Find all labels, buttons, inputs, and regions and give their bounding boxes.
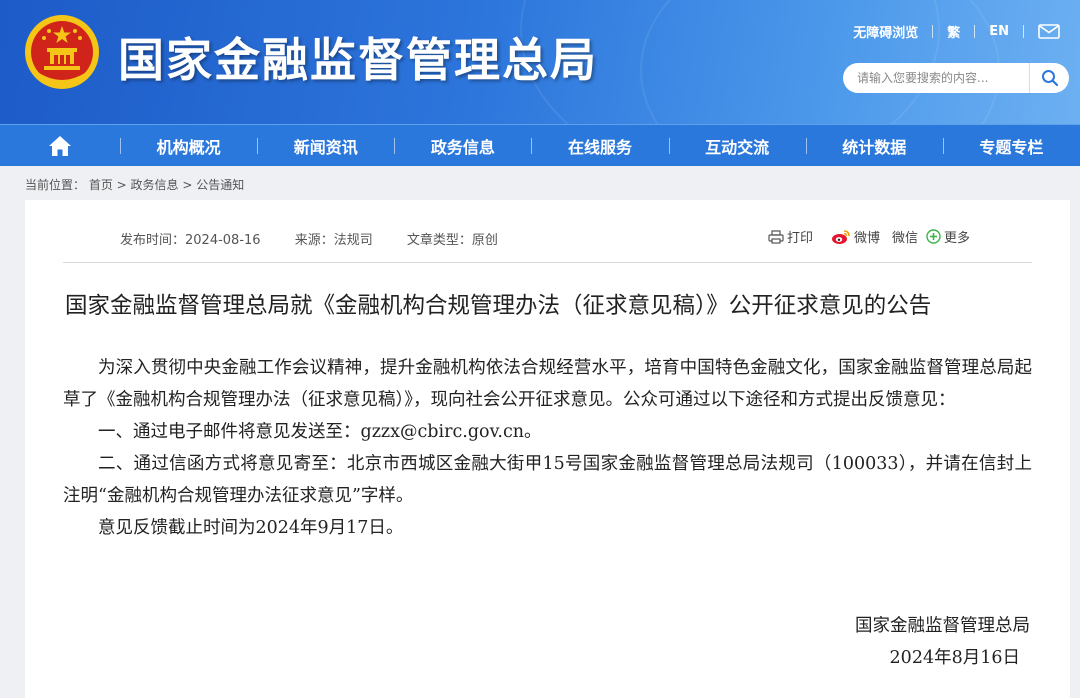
article-card: 发布时间：2024-08-16 来源：法规司 文章类型：原创 打印 微博 微信	[25, 200, 1070, 698]
english-link[interactable]: EN	[989, 24, 1009, 39]
weibo-share-button[interactable]: 微博	[831, 227, 880, 246]
top-links: 无障碍浏览 繁 EN	[853, 22, 1060, 41]
print-button[interactable]: 打印	[768, 227, 813, 246]
breadcrumb-separator: >	[178, 178, 197, 192]
divider	[974, 25, 976, 38]
weibo-label: 微博	[853, 231, 880, 246]
wechat-share-button[interactable]: 微信	[892, 227, 918, 246]
header-decoration	[640, 0, 1000, 124]
paragraph-mail: 二、通过信函方式将意见寄至：北京市西城区金融大街甲15号国家金融监督管理总局法规…	[63, 454, 1032, 506]
search-icon	[1041, 70, 1058, 87]
nav-home[interactable]	[0, 125, 120, 167]
mail-icon[interactable]	[1038, 24, 1060, 39]
weibo-icon	[831, 229, 850, 244]
breadcrumb-link-home[interactable]: 首页	[89, 178, 113, 192]
nav-item-statistics[interactable]: 统计数据	[805, 125, 943, 167]
nav-item-news[interactable]: 新闻资讯	[257, 125, 394, 167]
plus-circle-icon	[926, 229, 941, 244]
nav-item-government-info[interactable]: 政务信息	[394, 125, 531, 167]
nav-item-special-topics[interactable]: 专题专栏	[942, 125, 1080, 167]
printer-icon	[768, 229, 784, 244]
print-label: 打印	[786, 231, 813, 246]
site-header: 国家金融监督管理总局 无障碍浏览 繁 EN 请输入您要搜索的内容...	[0, 0, 1080, 124]
main-nav: 机构概况 新闻资讯 政务信息 在线服务 互动交流 统计数据 专题专栏	[0, 124, 1080, 166]
national-emblem-icon[interactable]	[22, 12, 102, 92]
search-input[interactable]: 请输入您要搜索的内容...	[843, 63, 1029, 93]
more-label: 更多	[943, 231, 970, 246]
home-icon	[49, 135, 71, 156]
signature-org: 国家金融监督管理总局	[855, 616, 1030, 636]
divider	[1023, 25, 1024, 38]
accessibility-link[interactable]: 无障碍浏览	[853, 22, 918, 41]
article-meta: 发布时间：2024-08-16 来源：法规司 文章类型：原创	[120, 229, 528, 248]
breadcrumb-separator: >	[112, 178, 131, 192]
breadcrumb-label: 当前位置：	[25, 178, 86, 192]
publish-date: 发布时间：2024-08-16	[120, 233, 261, 248]
paragraph-deadline: 意见反馈截止时间为2024年9月17日。	[98, 518, 404, 538]
article-title: 国家金融监督管理总局就《金融机构合规管理办法（征求意见稿）》公开征求意见的公告	[65, 293, 932, 319]
breadcrumb-link-government-info[interactable]: 政务信息	[131, 178, 179, 192]
nav-item-online-services[interactable]: 在线服务	[531, 125, 668, 167]
divider	[63, 262, 1032, 263]
share-bar: 打印 微博 微信 更多	[756, 227, 970, 246]
wechat-label: 微信	[891, 231, 918, 246]
nav-item-about[interactable]: 机构概况	[120, 125, 257, 167]
paragraph-intro: 为深入贯彻中央金融工作会议精神，提升金融机构依法合规经营水平，培育中国特色金融文…	[63, 358, 1032, 410]
more-share-button[interactable]: 更多	[926, 227, 970, 246]
divider	[932, 25, 934, 38]
article-type: 文章类型：原创	[406, 233, 498, 248]
breadcrumb: 当前位置： 首页 > 政务信息 > 公告通知	[25, 176, 244, 193]
signature-block: 国家金融监督管理总局 2024年8月16日	[855, 610, 1030, 674]
nav-item-interaction[interactable]: 互动交流	[668, 125, 806, 167]
site-title[interactable]: 国家金融监督管理总局	[118, 24, 598, 90]
traditional-chinese-link[interactable]: 繁	[947, 22, 960, 41]
breadcrumb-link-notices[interactable]: 公告通知	[196, 178, 244, 192]
article-source: 来源：法规司	[294, 233, 373, 248]
article-body: 为深入贯彻中央金融工作会议精神，提升金融机构依法合规经营水平，培育中国特色金融文…	[63, 352, 1032, 544]
paragraph-email: 一、通过电子邮件将意见发送至：gzzx@cbirc.gov.cn。	[98, 422, 542, 442]
search-button[interactable]	[1029, 63, 1069, 93]
signature-date: 2024年8月16日	[889, 648, 1020, 668]
